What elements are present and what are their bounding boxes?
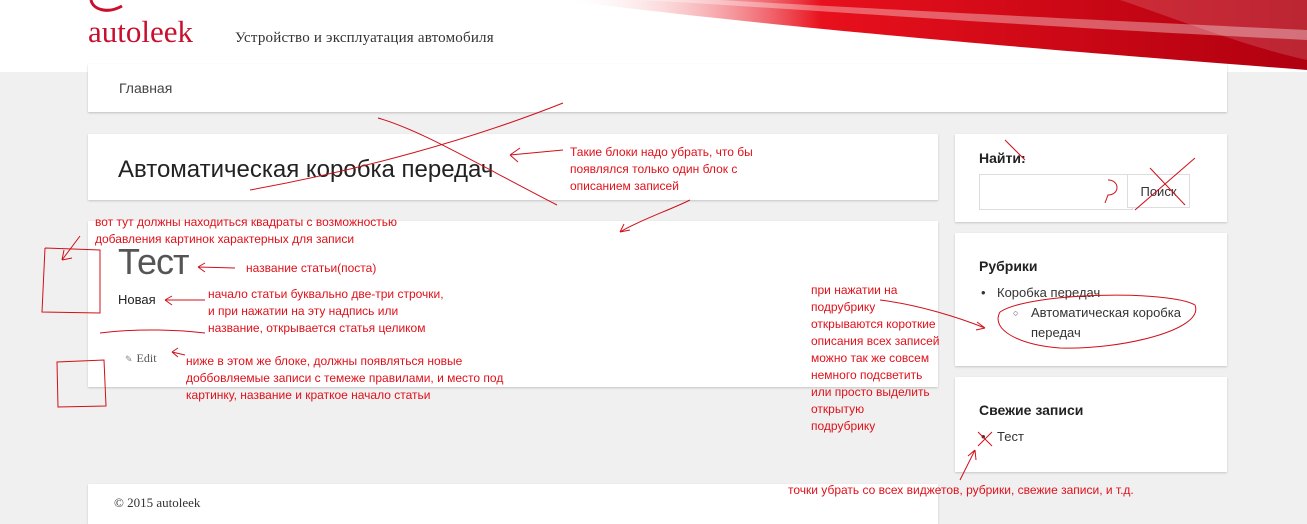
- note-post-title: название статьи(поста): [246, 261, 377, 275]
- note-remove-dots: точки убрать со всех виджетов, рубрики, …: [788, 483, 1134, 497]
- note-line: ниже в этом же блоке, должны появляться …: [186, 354, 463, 368]
- arrow-to-square-1: [61, 235, 81, 261]
- note-line: появлялся только один блок с: [570, 162, 738, 176]
- recent-post-item[interactable]: Тест: [979, 427, 1024, 447]
- site-header: autoleek Устройство и эксплуатация автом…: [0, 0, 1307, 72]
- note-excerpt: начало статьи буквально две-три строчки,…: [208, 286, 444, 337]
- search-input[interactable]: [979, 174, 1133, 210]
- note-line: или просто выделить: [811, 385, 930, 399]
- subcategory-item[interactable]: Автоматическая коробка передач: [1013, 303, 1209, 343]
- note-line: открываются короткие: [811, 317, 936, 331]
- note-line: Такие блоки надо убрать, что бы: [570, 145, 753, 159]
- note-line: описанием записей: [570, 179, 679, 193]
- post-excerpt[interactable]: Новая: [118, 292, 156, 307]
- footer-copyright: © 2015 autoleek: [114, 495, 201, 510]
- subcategory-label[interactable]: Автоматическая коробка передач: [1031, 305, 1181, 340]
- category-item[interactable]: Коробка передач Автоматическая коробка п…: [979, 283, 1209, 343]
- recent-posts-widget: Свежие записи Тест: [955, 377, 1227, 472]
- note-new-posts: ниже в этом же блоке, должны появляться …: [186, 353, 503, 404]
- recent-posts-widget-title: Свежие записи: [979, 402, 1084, 418]
- categories-list: Коробка передач Автоматическая коробка п…: [979, 283, 1209, 343]
- note-line: картинку, название и краткое начало стат…: [186, 388, 431, 402]
- site-title[interactable]: autoleek: [88, 14, 193, 50]
- note-line: можно так же совсем: [811, 351, 930, 365]
- header-swoosh-graphic: [560, 0, 1307, 70]
- main-navigation: Главная: [88, 64, 1227, 112]
- nav-item-home[interactable]: Главная: [119, 80, 172, 96]
- note-subcategory: при нажатии на подрубрику открываются ко…: [811, 282, 939, 435]
- note-line: открытую: [811, 402, 865, 416]
- categories-widget: Рубрики Коробка передач Автоматическая к…: [955, 233, 1227, 366]
- edit-label: Edit: [136, 351, 157, 365]
- note-line: название, открывается статья целиком: [208, 321, 426, 335]
- site-description: Устройство и эксплуатация автомобиля: [235, 30, 494, 46]
- edit-link[interactable]: ✎ Edit: [125, 351, 157, 366]
- note-line: подрубрику: [811, 419, 876, 433]
- note-remove-blocks: Такие блоки надо убрать, что бы появлялс…: [570, 144, 753, 195]
- search-widget-title: Найти:: [979, 150, 1026, 166]
- pencil-icon: ✎: [125, 354, 133, 364]
- category-label[interactable]: Коробка передач: [997, 285, 1100, 300]
- note-line: доббовляемые записи с темеже правилами, …: [186, 371, 504, 385]
- note-line: описания всех записей: [811, 334, 940, 348]
- recent-posts-list: Тест: [979, 427, 1024, 447]
- note-line: немного подсветить: [811, 368, 923, 382]
- note-line: вот тут должны находиться квадраты с воз…: [95, 215, 398, 229]
- categories-widget-title: Рубрики: [979, 258, 1038, 274]
- search-button[interactable]: Поиск: [1127, 174, 1190, 208]
- note-line: добавления картинок характерных для запи…: [95, 232, 355, 246]
- note-line: подрубрику: [811, 300, 876, 314]
- note-line: и при нажатии на эту надпись или: [208, 304, 399, 318]
- archive-header-card: Автоматическая коробка передач: [88, 134, 938, 200]
- note-image-squares: вот тут должны находиться квадраты с воз…: [95, 214, 397, 248]
- search-widget: Найти: Поиск: [955, 134, 1227, 222]
- note-line: начало статьи буквально две-три строчки,: [208, 287, 444, 301]
- page-title: Автоматическая коробка передач: [118, 156, 494, 183]
- subcategory-list: Автоматическая коробка передач: [997, 303, 1209, 343]
- recent-post-label[interactable]: Тест: [997, 429, 1024, 444]
- note-line: при нажатии на: [811, 283, 898, 297]
